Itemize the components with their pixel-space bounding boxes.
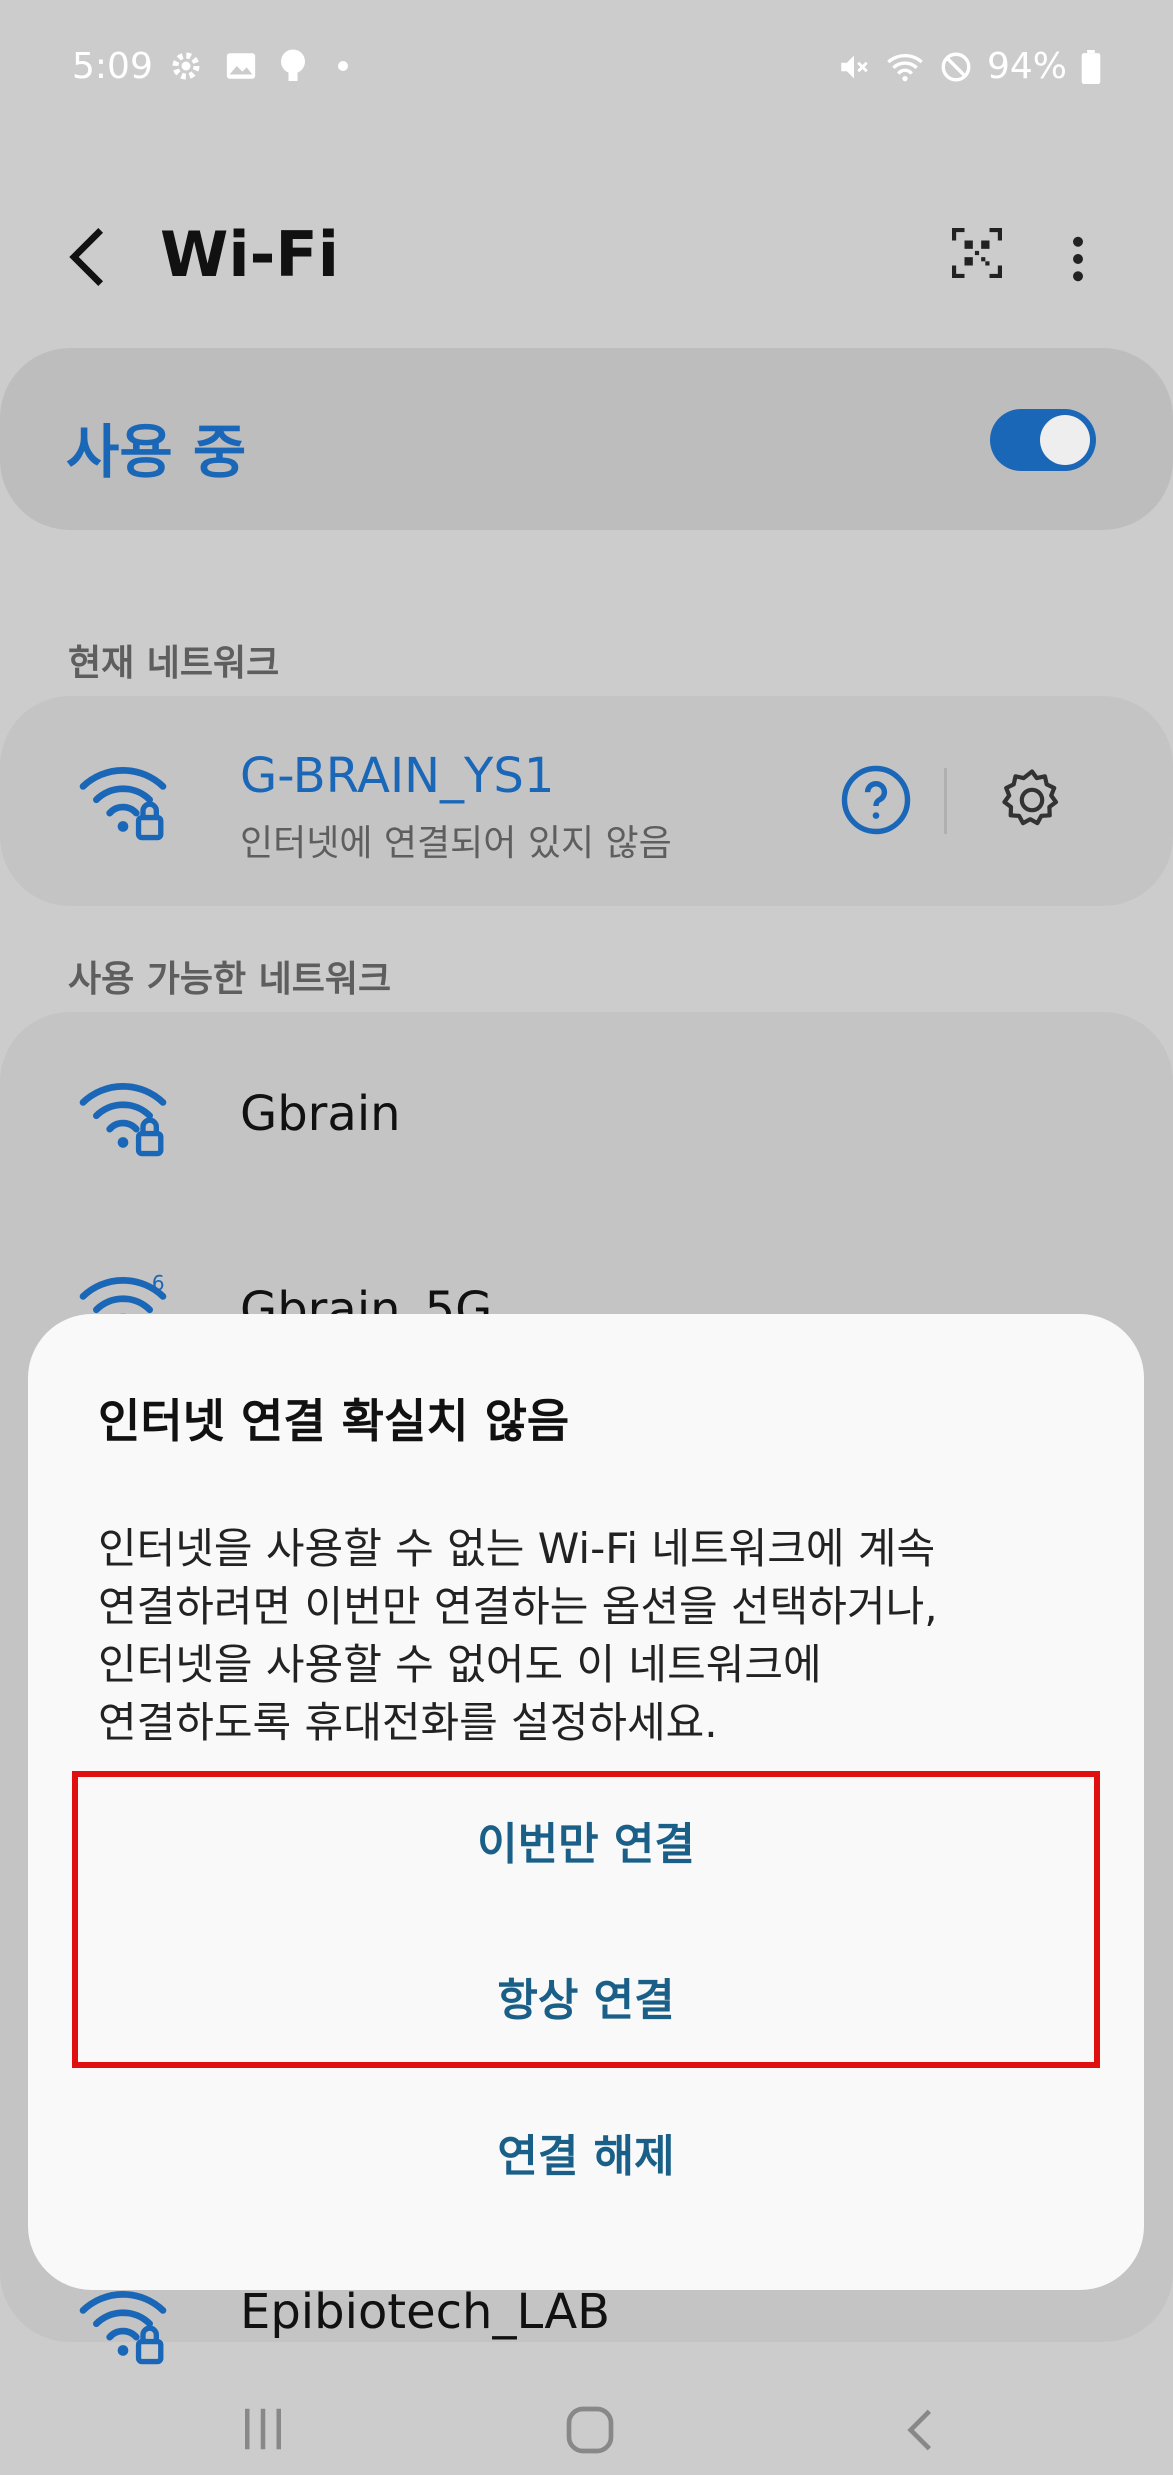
gear-icon (1002, 769, 1059, 826)
status-time: 5:09 (72, 46, 153, 87)
qr-code-icon (952, 228, 1002, 278)
more-vert-icon (1073, 236, 1083, 282)
current-network-name: G-BRAIN_YS1 (240, 748, 555, 804)
current-network-section-label: 현재 네트워크 (68, 643, 280, 684)
back-arrow-icon (69, 227, 104, 287)
no-disturb-icon (941, 52, 971, 81)
svg-text:6: 6 (152, 1272, 165, 1295)
highlight-box (72, 1771, 1100, 2068)
wifi-master-toggle[interactable] (990, 409, 1096, 471)
settings-gear-icon (172, 52, 200, 80)
back-button[interactable] (64, 222, 114, 296)
battery-icon (1081, 49, 1101, 84)
more-options-button[interactable] (1068, 236, 1088, 286)
wifi-lock-icon (79, 1083, 167, 1157)
dialog-message-line: 연결하려면 이번만 연결하는 옵션을 선택하거나, (98, 1582, 938, 1631)
network-name: Gbrain (240, 1086, 401, 1142)
wifi-lock-icon (79, 767, 167, 841)
more-notifications-dot (338, 61, 348, 71)
nav-back-button[interactable] (892, 2402, 948, 2462)
status-right-group: 94% (837, 46, 1101, 87)
nav-back-icon (907, 2409, 931, 2451)
page-title: Wi-Fi (160, 218, 339, 291)
status-notification-icons (168, 48, 348, 84)
recent-apps-button[interactable] (236, 2402, 290, 2460)
disconnect-button[interactable]: 연결 해제 (28, 2120, 1144, 2184)
network-settings-button[interactable] (996, 764, 1068, 840)
wifi-master-label: 사용 중 (66, 418, 247, 486)
toggle-knob (1040, 415, 1090, 465)
battery-percent: 94% (986, 46, 1067, 87)
wifi-lock-icon (79, 2291, 167, 2365)
navigation-bar (0, 2380, 1173, 2475)
dialog-message-line: 인터넷을 사용할 수 없어도 이 네트워크에 (98, 1640, 822, 1689)
dialog-message-line: 인터넷을 사용할 수 없는 Wi-Fi 네트워크에 계속 (98, 1524, 936, 1573)
wifi-status-icon (887, 53, 923, 81)
qr-code-button[interactable] (952, 228, 1002, 282)
dialog-title: 인터넷 연결 확실치 않음 (98, 1394, 570, 1448)
mute-icon (841, 55, 868, 78)
vertical-divider (944, 768, 947, 834)
network-help-button[interactable] (840, 764, 912, 840)
current-network-status: 인터넷에 연결되어 있지 않음 (240, 823, 672, 864)
network-name: Epibiotech_LAB (240, 2284, 611, 2340)
home-icon (566, 2406, 614, 2454)
bulb-icon (281, 49, 305, 81)
gallery-icon (226, 53, 256, 79)
recent-apps-icon (245, 2408, 281, 2450)
dialog-message: 인터넷을 사용할 수 없는 Wi-Fi 네트워크에 계속 연결하려면 이번만 연… (98, 1520, 1078, 1752)
help-circle-icon (841, 765, 911, 835)
dialog-message-line: 연결하도록 휴대전화를 설정하세요. (98, 1698, 718, 1747)
network-item-gbrain[interactable] (0, 1064, 1173, 1172)
available-networks-section-label: 사용 가능한 네트워크 (68, 959, 392, 1000)
home-button[interactable] (562, 2402, 618, 2462)
